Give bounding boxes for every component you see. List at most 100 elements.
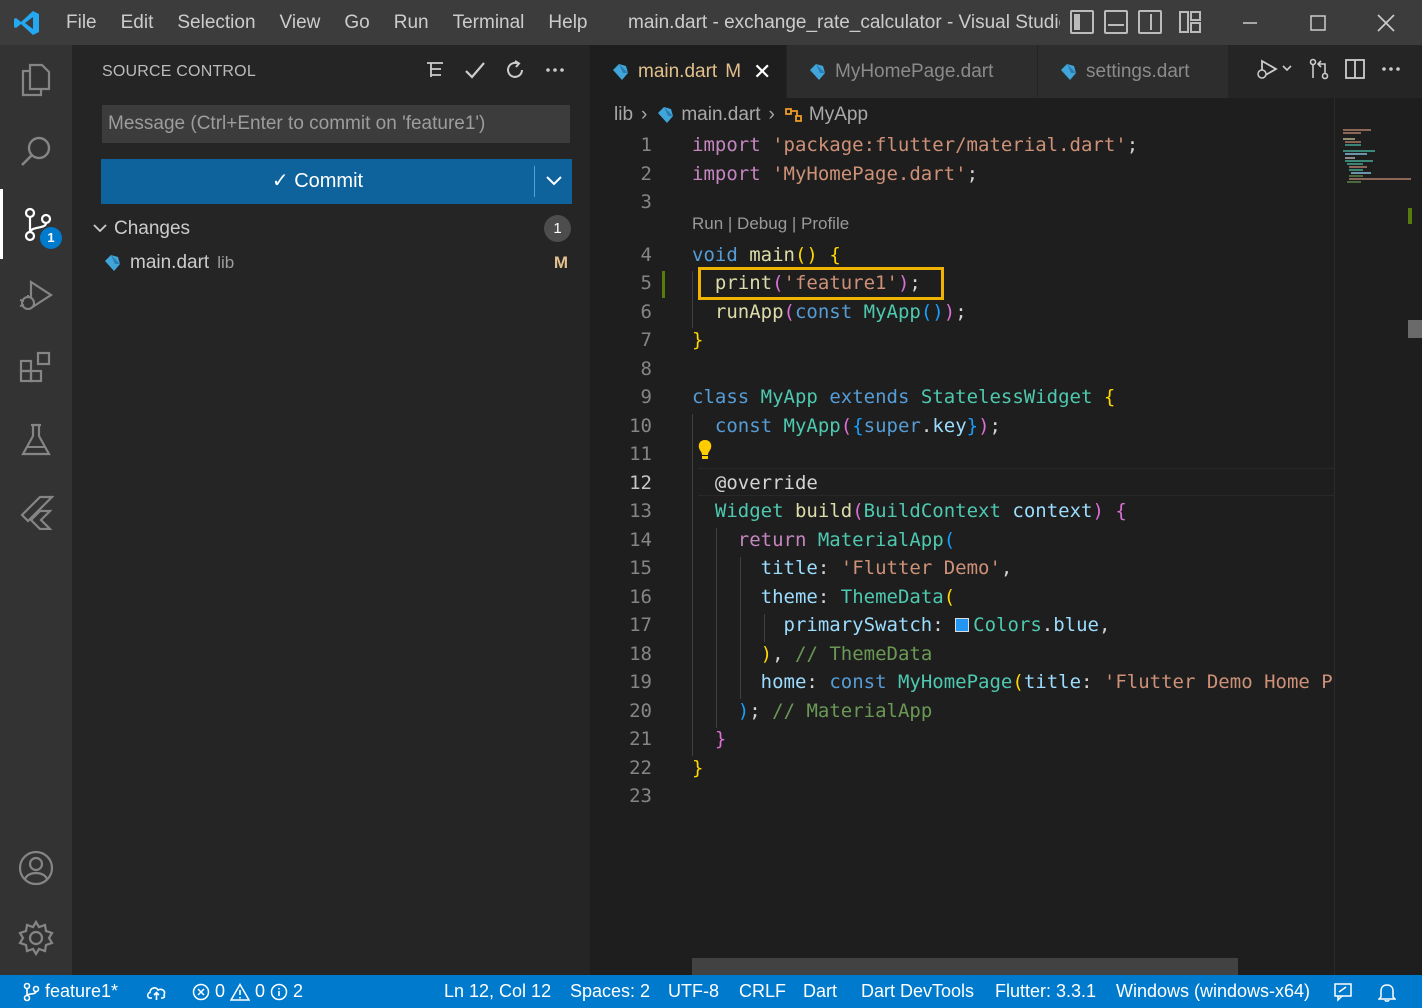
toggle-primary-sidebar-icon[interactable] xyxy=(1070,10,1094,34)
breadcrumb-symbol[interactable]: MyApp xyxy=(809,104,868,126)
menu-edit[interactable]: Edit xyxy=(109,0,166,45)
open-changes-icon[interactable] xyxy=(1308,58,1330,86)
run-dropdown-icon[interactable] xyxy=(1256,58,1294,86)
breadcrumb-folder[interactable]: lib xyxy=(614,104,633,126)
feedback-icon[interactable] xyxy=(1333,975,1353,1008)
view-as-tree-icon[interactable] xyxy=(422,57,448,83)
cursor-position[interactable]: Ln 12, Col 12 xyxy=(444,975,551,1008)
code-line: theme: ThemeData( xyxy=(760,586,956,608)
error-icon xyxy=(192,983,210,1000)
menu-view[interactable]: View xyxy=(268,0,333,45)
close-window-button[interactable] xyxy=(1352,0,1420,45)
manage-gear-icon[interactable] xyxy=(0,903,72,973)
file-status: M xyxy=(553,253,568,272)
changes-group-header[interactable]: Changes 1 xyxy=(92,215,572,243)
breadcrumb-chevron-icon: › xyxy=(641,104,648,125)
commit-message-input[interactable]: Message (Ctrl+Enter to commit on 'featur… xyxy=(102,105,570,143)
tab-settings-dart[interactable]: settings.dart xyxy=(1038,45,1228,98)
menu-bar: File Edit Selection View Go Run Terminal… xyxy=(54,0,600,45)
menu-go[interactable]: Go xyxy=(332,0,381,45)
device-selector[interactable]: Windows (windows-x64) xyxy=(1116,975,1310,1008)
flutter-icon[interactable] xyxy=(0,477,72,547)
search-icon[interactable] xyxy=(0,117,72,187)
chevron-down-icon xyxy=(93,224,107,233)
info-icon xyxy=(270,983,288,1000)
run-debug-icon[interactable] xyxy=(0,261,72,331)
line-number: 11 xyxy=(629,443,652,465)
source-control-icon[interactable]: 1 xyxy=(0,189,72,259)
code-line: } xyxy=(692,329,704,351)
code-editor[interactable]: 1 2 3 4 5 6 7 8 9 10 11 12 13 14 15 16 1… xyxy=(590,130,1334,958)
class-symbol-icon xyxy=(784,108,802,122)
toggle-secondary-sidebar-icon[interactable] xyxy=(1138,10,1162,34)
color-swatch-icon[interactable] xyxy=(955,618,970,632)
git-branch-icon xyxy=(23,982,40,1001)
close-tab-icon[interactable]: ✕ xyxy=(753,59,771,85)
refresh-icon[interactable] xyxy=(502,57,528,83)
language-mode[interactable]: Dart xyxy=(803,975,837,1008)
editor-more-icon[interactable] xyxy=(1380,58,1402,86)
codelens-run-debug-profile[interactable]: Run | Debug | Profile xyxy=(692,214,849,234)
code-line: ), // ThemeData xyxy=(760,643,933,665)
line-number: 8 xyxy=(640,358,652,380)
code-line: primarySwatch: Colors.blue, xyxy=(783,614,1111,636)
accounts-icon[interactable] xyxy=(0,833,72,903)
menu-run[interactable]: Run xyxy=(382,0,441,45)
code-line: const MyApp({super.key}); xyxy=(714,415,1001,437)
minimize-button[interactable] xyxy=(1216,0,1284,45)
branch-name: feature1* xyxy=(45,981,119,1001)
tab-modified-marker: M xyxy=(725,60,742,82)
maximize-button[interactable] xyxy=(1284,0,1352,45)
menu-help[interactable]: Help xyxy=(536,0,599,45)
flutter-version[interactable]: Flutter: 3.3.1 xyxy=(995,975,1096,1008)
commit-check-icon[interactable] xyxy=(462,57,488,83)
menu-file[interactable]: File xyxy=(54,0,109,45)
toggle-panel-icon[interactable] xyxy=(1104,10,1128,34)
panel-actions xyxy=(422,57,568,83)
warning-icon xyxy=(230,982,251,1001)
indentation[interactable]: Spaces: 2 xyxy=(570,975,650,1008)
line-number: 23 xyxy=(629,785,652,807)
sync-button[interactable] xyxy=(146,975,168,1008)
changes-label: Changes xyxy=(114,218,191,239)
dart-file-icon xyxy=(810,63,825,80)
more-actions-icon[interactable] xyxy=(542,57,568,83)
highlight-box xyxy=(698,267,944,300)
menu-selection[interactable]: Selection xyxy=(165,0,267,45)
lightbulb-icon[interactable] xyxy=(697,439,713,461)
editor-actions xyxy=(1256,45,1422,98)
notifications-bell-icon[interactable] xyxy=(1378,975,1396,1008)
split-editor-icon[interactable] xyxy=(1344,58,1366,86)
file-dir: lib xyxy=(217,253,235,272)
extensions-icon[interactable] xyxy=(0,333,72,403)
horizontal-scrollbar[interactable] xyxy=(692,958,1238,975)
scm-badge: 1 xyxy=(40,227,62,249)
commit-button[interactable]: ✓ Commit xyxy=(101,159,534,204)
end-of-line[interactable]: CRLF xyxy=(739,975,786,1008)
dart-devtools[interactable]: Dart DevTools xyxy=(861,975,974,1008)
testing-flask-icon[interactable] xyxy=(0,405,72,475)
customize-layout-icon[interactable] xyxy=(1178,10,1202,34)
error-count: 0 xyxy=(215,981,226,1001)
code-line: import 'MyHomePage.dart'; xyxy=(692,163,979,185)
line-number: 3 xyxy=(640,191,652,213)
commit-button-group: ✓ Commit xyxy=(101,159,572,204)
dart-file-icon xyxy=(1061,63,1076,80)
layout-controls xyxy=(1070,10,1202,34)
commit-dropdown-chevron-icon[interactable] xyxy=(535,170,572,193)
vertical-scrollbar[interactable] xyxy=(1406,98,1422,975)
vscode-logo-icon xyxy=(0,0,54,45)
status-bar: feature1* 0 0 2 Ln 12, Col 12 Spaces: 2 … xyxy=(0,975,1422,1008)
breadcrumb-file[interactable]: main.dart xyxy=(681,104,760,126)
changed-file-item[interactable]: main.dart lib M xyxy=(102,249,572,277)
explorer-icon[interactable] xyxy=(0,45,72,115)
tab-label: MyHomePage.dart xyxy=(835,60,994,82)
encoding[interactable]: UTF-8 xyxy=(668,975,719,1008)
tab-main-dart[interactable]: main.dart M ✕ xyxy=(590,45,786,98)
breadcrumb: lib › main.dart › MyApp xyxy=(614,100,868,130)
dart-file-icon xyxy=(105,255,120,271)
branch-indicator[interactable]: feature1* xyxy=(22,975,118,1008)
tab-myhomepage-dart[interactable]: MyHomePage.dart xyxy=(787,45,1037,98)
problems-indicator[interactable]: 0 0 2 xyxy=(192,975,303,1008)
menu-terminal[interactable]: Terminal xyxy=(441,0,537,45)
